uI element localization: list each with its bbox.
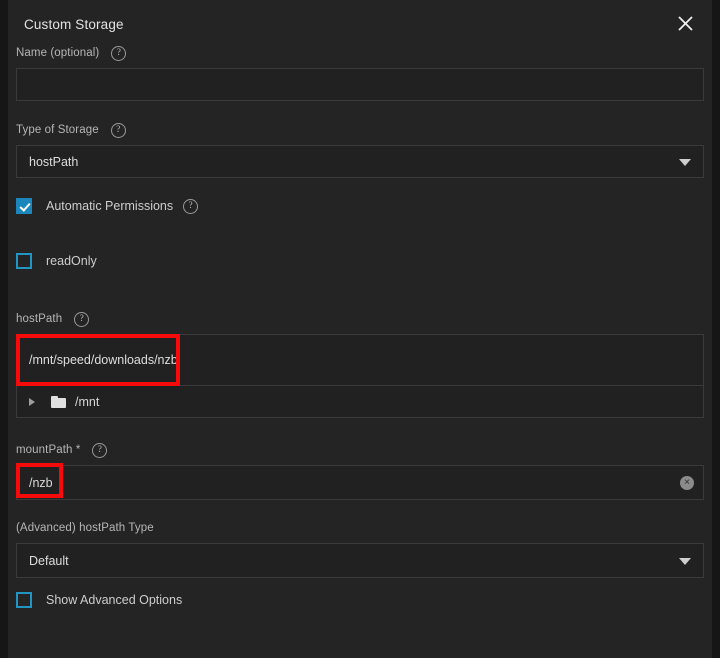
help-icon[interactable]: ?: [74, 312, 89, 327]
field-name: Name (optional) ?: [16, 44, 704, 101]
read-only-checkbox[interactable]: [16, 253, 32, 269]
field-mount-path-label: mountPath *: [16, 444, 80, 456]
field-host-path-label: hostPath: [16, 313, 62, 325]
show-advanced-options-label: Show Advanced Options: [46, 593, 182, 607]
dialog-panel: Custom Storage Name (optional) ? Type of…: [8, 0, 712, 658]
caret-right-icon[interactable]: [29, 398, 41, 406]
field-advanced-host-path-type: (Advanced) hostPath Type Default: [16, 519, 704, 578]
host-path-tree-item-mnt[interactable]: /mnt: [17, 386, 703, 417]
host-path-tree-item-label: /mnt: [75, 395, 99, 409]
show-advanced-options-checkbox[interactable]: [16, 592, 32, 608]
help-icon[interactable]: ?: [92, 443, 107, 458]
right-gutter: [712, 0, 720, 658]
automatic-permissions-checkbox[interactable]: [16, 198, 32, 214]
field-host-path: hostPath ? /mnt: [16, 310, 704, 418]
field-mount-path: mountPath * ? ×: [16, 441, 704, 500]
host-path-picker: /mnt: [16, 334, 704, 418]
read-only-row[interactable]: readOnly: [16, 253, 97, 269]
name-input[interactable]: [16, 68, 704, 101]
close-icon: [677, 15, 694, 32]
advanced-host-path-type-select[interactable]: Default: [16, 543, 704, 578]
type-of-storage-select[interactable]: hostPath: [16, 145, 704, 178]
field-type-of-storage: Type of Storage ? hostPath: [16, 121, 704, 178]
automatic-permissions-row[interactable]: Automatic Permissions ?: [16, 198, 198, 214]
field-mount-path-label-row: mountPath * ?: [16, 441, 704, 459]
help-icon[interactable]: ?: [183, 199, 198, 214]
field-host-path-label-row: hostPath ?: [16, 310, 704, 328]
type-of-storage-value: hostPath: [29, 155, 78, 169]
dialog-header: Custom Storage: [16, 0, 704, 44]
automatic-permissions-label: Automatic Permissions: [46, 199, 173, 213]
field-type-of-storage-label-row: Type of Storage ?: [16, 121, 704, 139]
mount-path-input-wrap: ×: [16, 465, 704, 500]
chevron-down-icon: [679, 159, 691, 166]
field-advanced-host-path-type-label-row: (Advanced) hostPath Type: [16, 519, 704, 537]
field-name-label-row: Name (optional) ?: [16, 44, 704, 62]
clear-icon[interactable]: ×: [680, 476, 694, 490]
custom-storage-dialog: Custom Storage Name (optional) ? Type of…: [0, 0, 720, 658]
left-gutter: [0, 0, 8, 658]
field-type-of-storage-label: Type of Storage: [16, 124, 99, 136]
read-only-label: readOnly: [46, 254, 97, 268]
field-name-label: Name (optional): [16, 47, 99, 59]
dialog-title: Custom Storage: [24, 17, 124, 32]
show-advanced-options-row[interactable]: Show Advanced Options: [16, 592, 182, 608]
help-icon[interactable]: ?: [111, 46, 126, 61]
field-advanced-host-path-type-label: (Advanced) hostPath Type: [16, 522, 154, 534]
chevron-down-icon: [679, 558, 691, 565]
mount-path-input[interactable]: [16, 465, 704, 500]
folder-icon: [51, 396, 66, 408]
close-button[interactable]: [670, 8, 700, 38]
advanced-host-path-type-value: Default: [29, 554, 69, 568]
host-path-input[interactable]: [17, 335, 703, 385]
help-icon[interactable]: ?: [111, 123, 126, 138]
